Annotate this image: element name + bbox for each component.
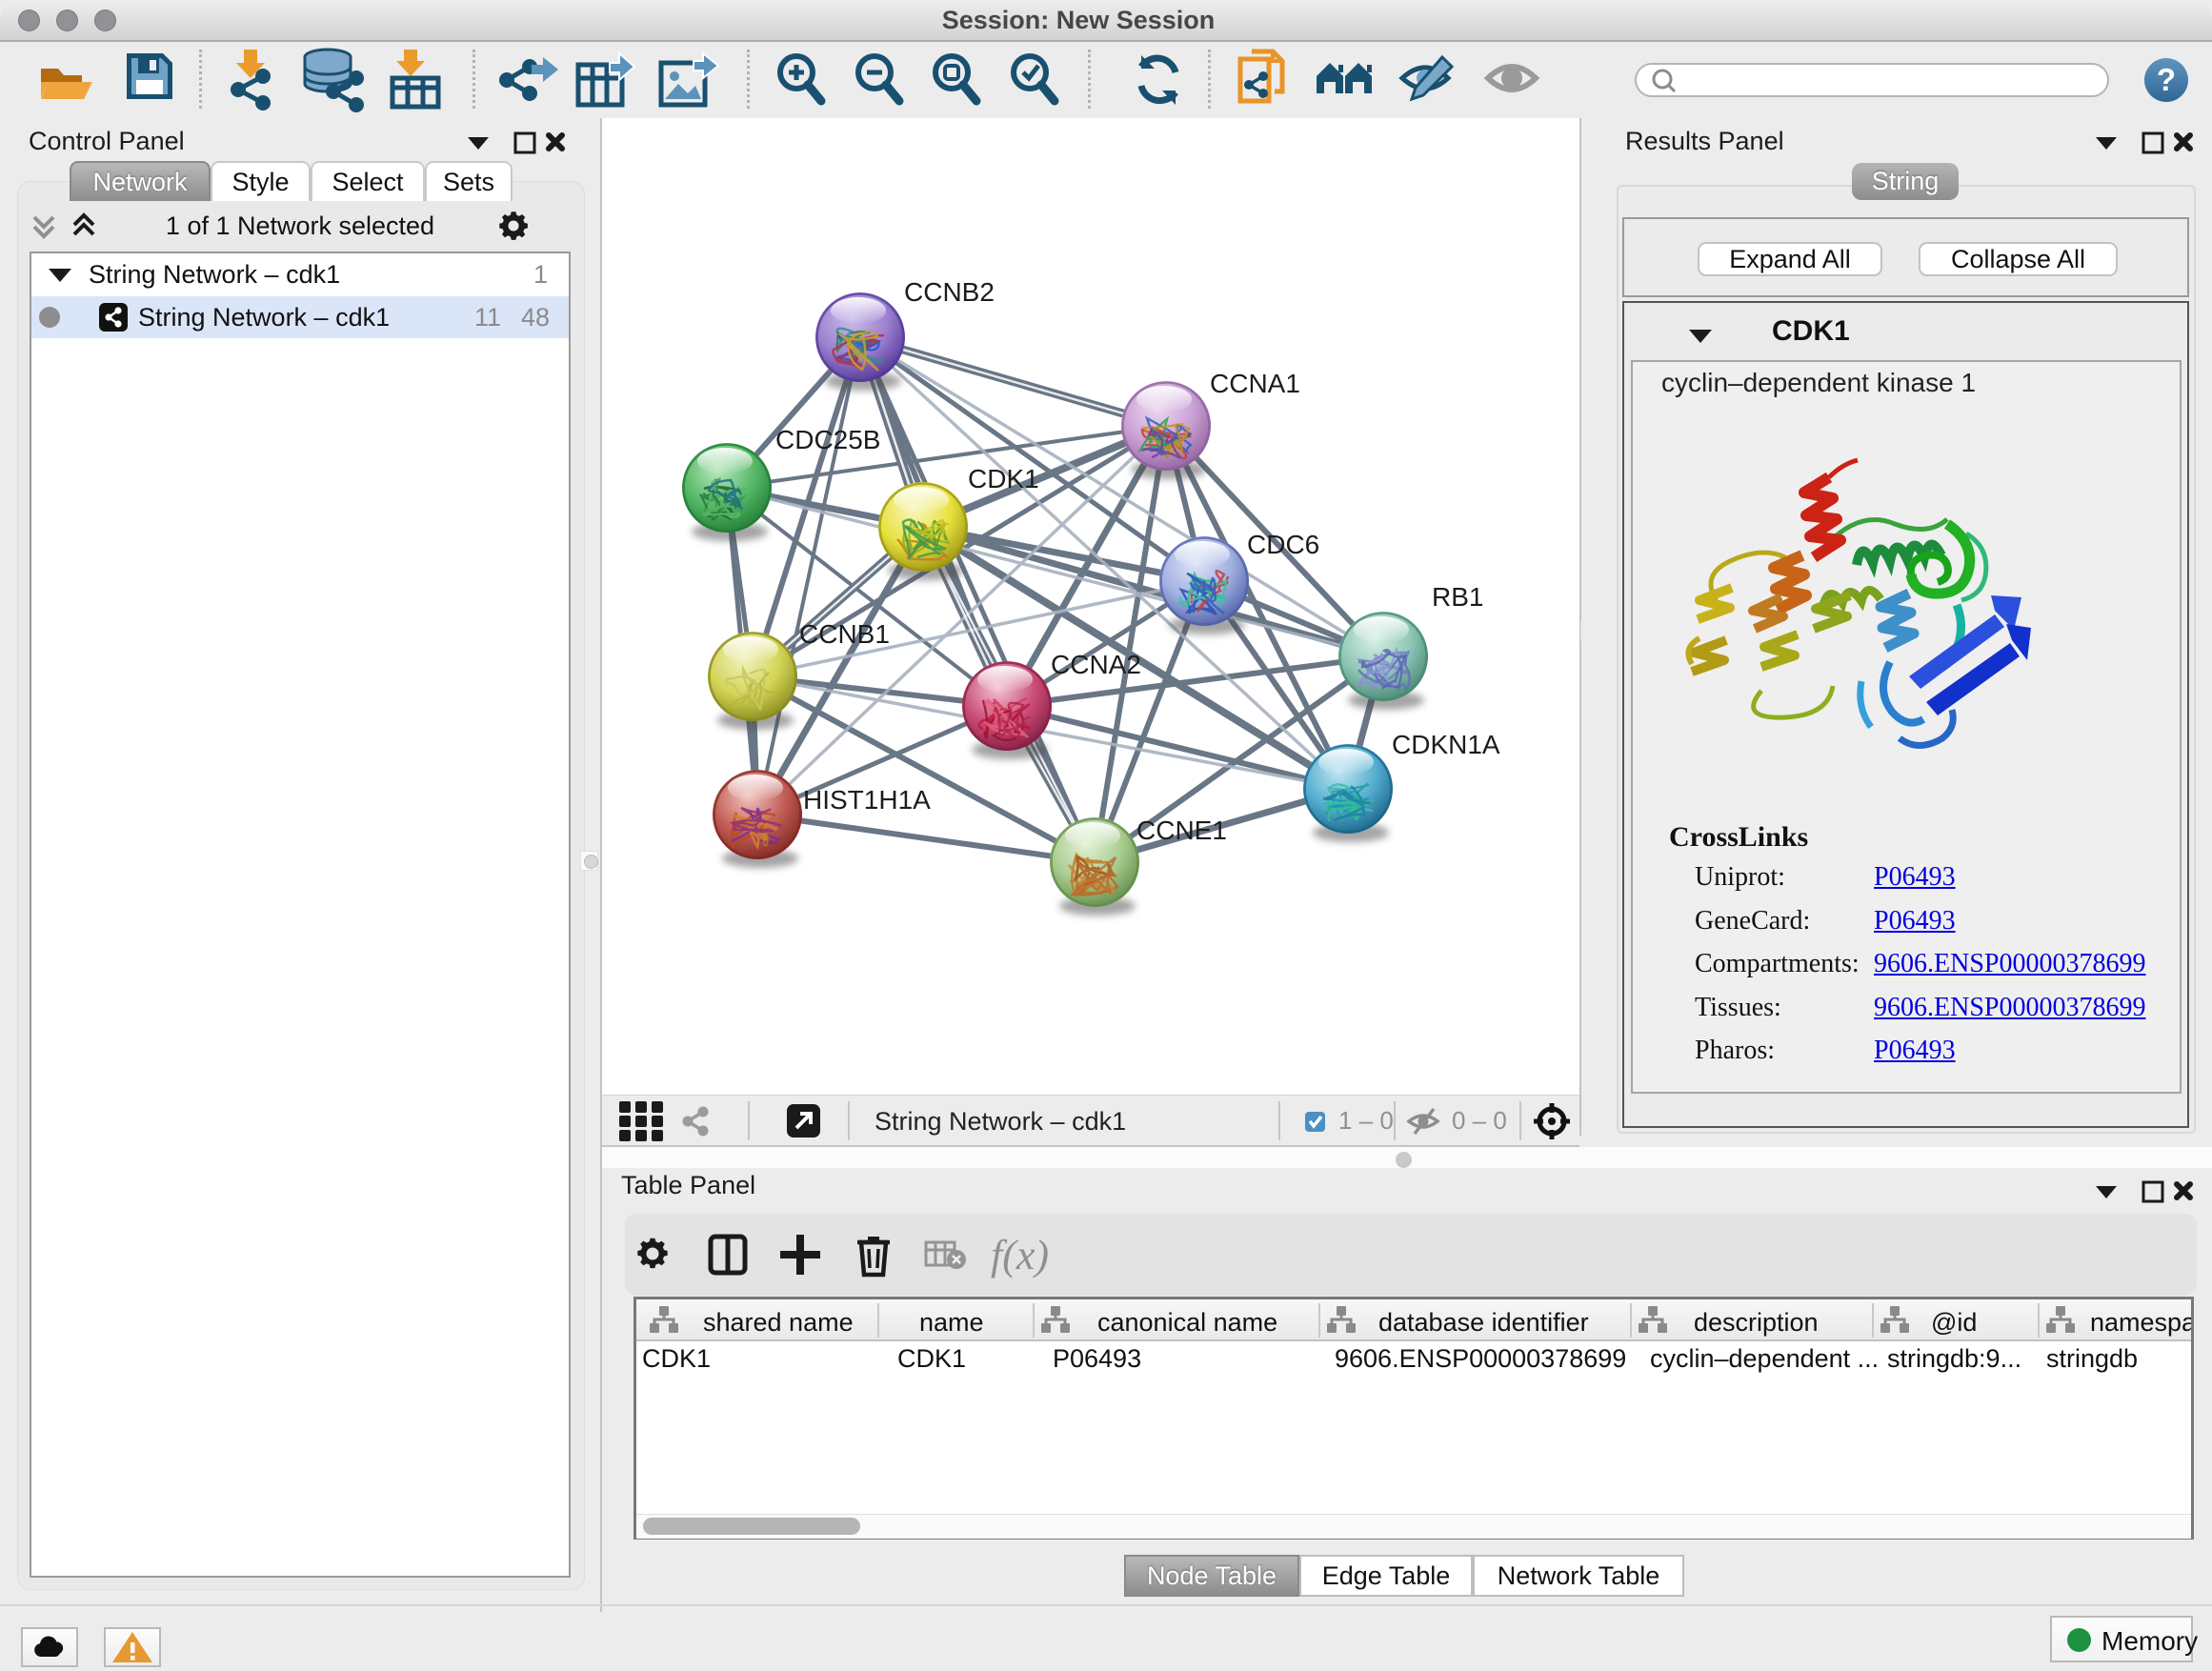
- svg-text:CDK1: CDK1: [968, 464, 1039, 493]
- svg-text:HIST1H1A: HIST1H1A: [803, 785, 931, 815]
- svg-text:CDC6: CDC6: [1247, 530, 1319, 559]
- svg-text:CDC25B: CDC25B: [775, 425, 880, 454]
- svg-text:0 – 0: 0 – 0: [1452, 1106, 1507, 1135]
- svg-text:CCNE1: CCNE1: [1136, 815, 1227, 845]
- svg-text:description: description: [1694, 1308, 1819, 1337]
- svg-text:name: name: [919, 1308, 984, 1337]
- svg-text:CCNB2: CCNB2: [904, 277, 995, 307]
- svg-text:String Network – cdk1: String Network – cdk1: [875, 1107, 1126, 1136]
- svg-text:CDKN1A: CDKN1A: [1392, 730, 1500, 759]
- svg-text:shared name: shared name: [703, 1308, 854, 1337]
- svg-text:CCNB1: CCNB1: [799, 619, 890, 649]
- svg-text:CCNA2: CCNA2: [1051, 650, 1141, 679]
- svg-text:1 – 0: 1 – 0: [1338, 1106, 1394, 1135]
- svg-text:namespac: namespac: [2090, 1308, 2191, 1337]
- svg-text:f(x): f(x): [991, 1232, 1049, 1278]
- svg-text:@id: @id: [1931, 1308, 1977, 1337]
- svg-text:CCNA1: CCNA1: [1210, 369, 1300, 398]
- svg-text:RB1: RB1: [1432, 582, 1483, 612]
- svg-text:database identifier: database identifier: [1378, 1308, 1589, 1337]
- svg-text:canonical name: canonical name: [1097, 1308, 1277, 1337]
